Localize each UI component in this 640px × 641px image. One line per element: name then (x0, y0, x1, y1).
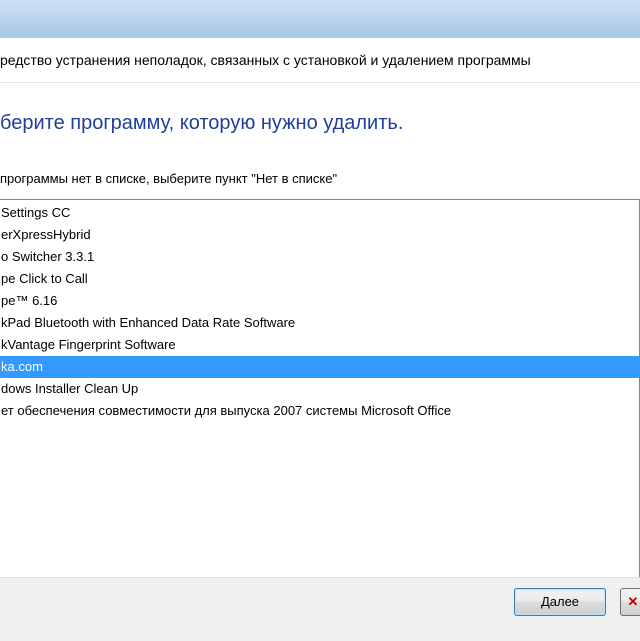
program-list-item[interactable]: kVantage Fingerprint Software (0, 334, 639, 356)
window-heading: редство устранения неполадок, связанных … (0, 52, 531, 68)
program-list-item[interactable]: pe™ 6.16 (0, 290, 639, 312)
program-list[interactable]: Settings CC erXpressHybrid o Switcher 3.… (0, 199, 640, 597)
instruction-heading: берите программу, которую нужно удалить. (0, 112, 404, 134)
program-list-item[interactable]: kPad Bluetooth with Enhanced Data Rate S… (0, 312, 639, 334)
close-icon: ✕ (627, 594, 639, 609)
next-button[interactable]: Далее (514, 588, 606, 616)
program-list-item[interactable]: erXpressHybrid (0, 224, 639, 246)
window-titlebar[interactable] (0, 0, 640, 38)
program-list-item-selected[interactable]: ka.com (0, 356, 639, 378)
header-area: редство устранения неполадок, связанных … (0, 38, 640, 83)
troubleshooter-window: редство устранения неполадок, связанных … (0, 38, 640, 641)
program-list-item[interactable]: pe Click to Call (0, 268, 639, 290)
button-bar: Далее ✕ (0, 577, 640, 641)
cancel-button[interactable]: ✕ (620, 588, 640, 616)
program-list-item[interactable]: ет обеспечения совместимости для выпуска… (0, 400, 639, 422)
program-list-item[interactable]: dows Installer Clean Up (0, 378, 639, 400)
program-list-item[interactable]: o Switcher 3.3.1 (0, 246, 639, 268)
hint-text: программы нет в списке, выберите пункт "… (0, 171, 338, 186)
program-list-item[interactable]: Settings CC (0, 202, 639, 224)
